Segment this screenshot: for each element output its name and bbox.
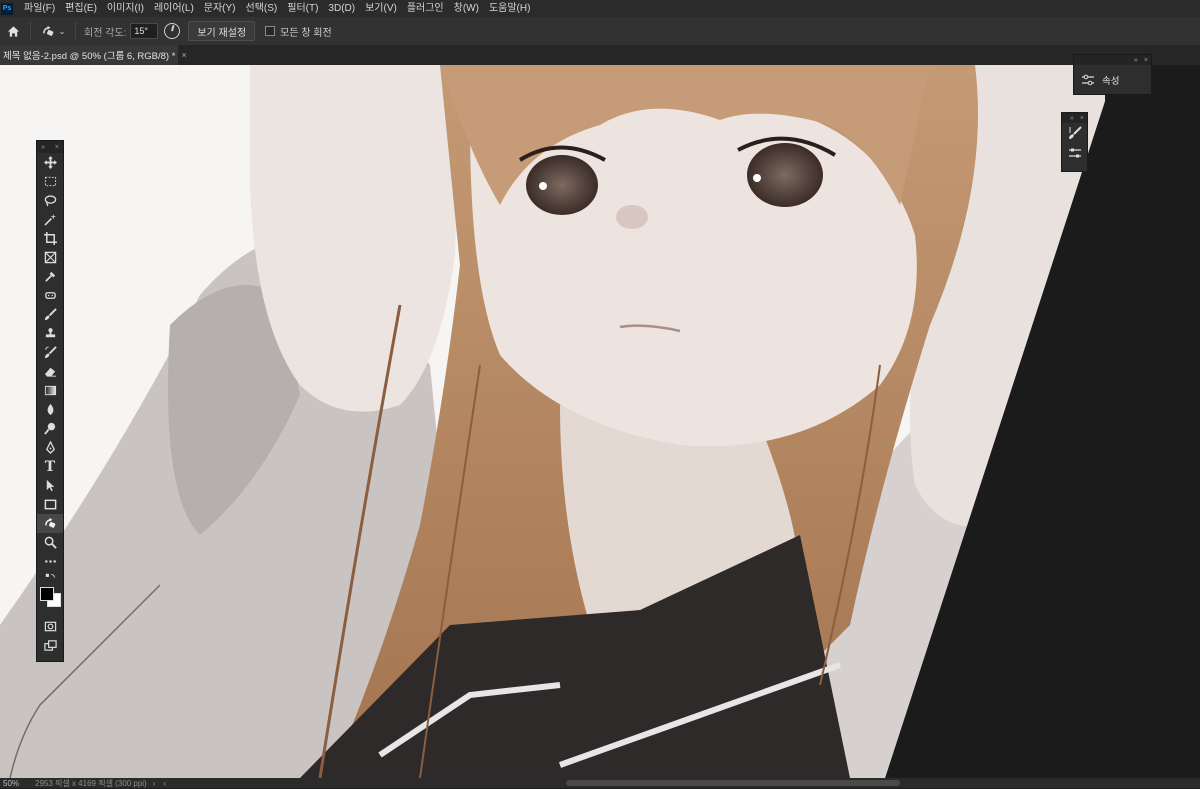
- close-icon[interactable]: ×: [1080, 115, 1084, 122]
- magic-wand-icon[interactable]: [37, 210, 63, 229]
- rotate-view-icon[interactable]: [37, 514, 63, 533]
- document-image: [0, 65, 1105, 778]
- photoshop-logo: Ps: [1, 2, 13, 15]
- menu-help[interactable]: 도움말(H): [484, 0, 535, 17]
- status-bar: 50% 2953 픽셀 x 4169 픽셀 (300 ppi) › ‹: [0, 778, 1200, 788]
- path-selection-icon[interactable]: [37, 476, 63, 495]
- color-swatches[interactable]: [37, 585, 63, 617]
- type-glyph: T: [44, 458, 56, 475]
- adjustments-icon[interactable]: [1062, 143, 1087, 163]
- healing-brush-icon[interactable]: [37, 286, 63, 305]
- horizontal-scrollbar[interactable]: [566, 780, 900, 786]
- options-bar: ⌄ 회전 각도: 15° 보기 재설정 모든 창 회전: [0, 17, 1200, 46]
- frame-icon[interactable]: [37, 248, 63, 267]
- properties-label: 속성: [1102, 76, 1120, 87]
- zoom-icon[interactable]: [37, 533, 63, 552]
- eyedropper-icon[interactable]: [37, 267, 63, 286]
- menu-edit[interactable]: 편집(E): [60, 0, 102, 17]
- brush-panel: » ×: [1061, 112, 1088, 172]
- chevron-right-icon[interactable]: ›: [153, 779, 156, 788]
- more-icon[interactable]: [37, 552, 63, 571]
- tools-panel-header[interactable]: » ×: [37, 141, 63, 153]
- document-info: 2953 픽셀 x 4169 픽셀 (300 ppi): [35, 778, 147, 788]
- collapse-icon[interactable]: »: [41, 144, 45, 151]
- menu-filter[interactable]: 필터(T): [282, 0, 323, 17]
- zoom-level-field[interactable]: 50%: [3, 779, 31, 788]
- reset-view-button[interactable]: 보기 재설정: [188, 21, 256, 41]
- dodge-icon[interactable]: [37, 419, 63, 438]
- rotate-all-windows-checkbox[interactable]: [265, 26, 276, 36]
- crop-icon[interactable]: [37, 229, 63, 248]
- rotate-all-windows-label: 모든 창 회전: [280, 27, 332, 39]
- foreground-color-swatch[interactable]: [40, 587, 54, 601]
- blur-icon[interactable]: [37, 400, 63, 419]
- rotation-angle-input[interactable]: 15°: [130, 23, 159, 39]
- properties-panel: » × 속성: [1073, 54, 1152, 95]
- divider: [75, 22, 76, 40]
- pen-icon[interactable]: [37, 438, 63, 457]
- gradient-icon[interactable]: [37, 381, 63, 400]
- brush-settings-icon[interactable]: [1062, 123, 1087, 143]
- collapse-icon[interactable]: »: [1134, 57, 1138, 64]
- menu-file[interactable]: 파일(F): [19, 0, 60, 17]
- canvas-area[interactable]: [0, 65, 1200, 778]
- menu-image[interactable]: 이미지(I): [102, 0, 149, 17]
- history-brush-icon[interactable]: [37, 343, 63, 362]
- menu-bar: Ps 파일(F) 편집(E) 이미지(I) 레이어(L) 문자(Y) 선택(S)…: [0, 0, 1200, 17]
- close-icon[interactable]: ×: [181, 50, 186, 60]
- home-icon[interactable]: [4, 22, 22, 40]
- properties-icon: [1082, 74, 1094, 86]
- panel-header[interactable]: » ×: [1062, 113, 1087, 123]
- collapse-icon[interactable]: »: [1070, 115, 1074, 122]
- menu-3d[interactable]: 3D(D): [323, 0, 360, 17]
- divider: [30, 22, 31, 40]
- brush-icon[interactable]: [37, 305, 63, 324]
- screen-mode-icon[interactable]: [37, 636, 63, 655]
- rotation-angle-label: 회전 각도:: [84, 27, 127, 39]
- rotation-angle-dial[interactable]: [164, 23, 181, 39]
- menu-view[interactable]: 보기(V): [360, 0, 402, 17]
- close-icon[interactable]: ×: [55, 144, 59, 151]
- menu-type[interactable]: 문자(Y): [199, 0, 241, 17]
- clone-stamp-icon[interactable]: [37, 324, 63, 343]
- chevron-down-icon[interactable]: ⌄: [57, 22, 67, 40]
- lasso-icon[interactable]: [37, 191, 63, 210]
- document-tab-bar: 제목 없음-2.psd @ 50% (그룹 6, RGB/8) * ×: [0, 45, 1200, 65]
- menu-layer[interactable]: 레이어(L): [149, 0, 199, 17]
- document-tab-title: 제목 없음-2.psd @ 50% (그룹 6, RGB/8) *: [3, 51, 176, 62]
- artwork-canvas[interactable]: [0, 65, 1200, 778]
- menu-select[interactable]: 선택(S): [241, 0, 283, 17]
- chevron-left-icon[interactable]: ‹: [163, 779, 166, 788]
- properties-tab[interactable]: 속성: [1074, 65, 1151, 95]
- tools-panel: » × T: [36, 140, 64, 662]
- rectangle-icon[interactable]: [37, 495, 63, 514]
- menu-window[interactable]: 창(W): [449, 0, 484, 17]
- menu-plugins[interactable]: 플러그인: [402, 0, 449, 17]
- panel-header[interactable]: » ×: [1074, 55, 1151, 65]
- type-icon[interactable]: T: [37, 457, 63, 476]
- marquee-icon[interactable]: [37, 172, 63, 191]
- swap-colors-icon[interactable]: [37, 571, 63, 585]
- document-tab[interactable]: 제목 없음-2.psd @ 50% (그룹 6, RGB/8) * ×: [0, 45, 187, 65]
- quick-mask-icon[interactable]: [37, 617, 63, 636]
- eraser-icon[interactable]: [37, 362, 63, 381]
- close-icon[interactable]: ×: [1144, 57, 1148, 64]
- rotate-view-icon[interactable]: [39, 22, 57, 40]
- move-icon[interactable]: [37, 153, 63, 172]
